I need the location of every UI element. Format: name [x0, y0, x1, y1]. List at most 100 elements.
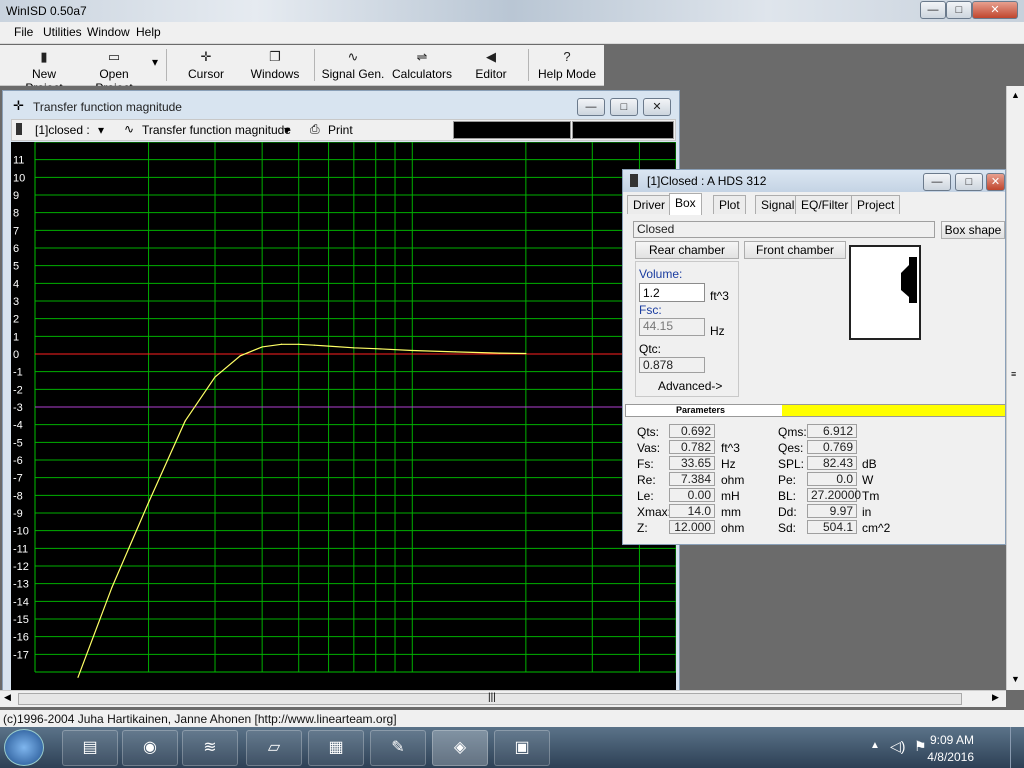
chrome-taskbar-icon[interactable]: ◉ — [122, 730, 178, 766]
data-point — [525, 352, 527, 355]
box-maximize-button[interactable]: □ — [955, 173, 983, 191]
winisd-taskbar-icon[interactable]: ◈ — [432, 730, 488, 766]
y-tick-label: -7 — [13, 473, 23, 485]
open-project-button[interactable]: ▭Open Project — [80, 47, 148, 95]
audio-app-taskbar-icon[interactable]: ≋ — [182, 730, 238, 766]
y-tick-label: -9 — [13, 508, 23, 520]
param-name: Z: — [637, 521, 648, 535]
calculator-taskbar-icon[interactable]: ▦ — [308, 730, 364, 766]
param-unit: in — [862, 505, 872, 519]
show-hidden-icons[interactable]: ▲ — [870, 740, 880, 751]
scroll-left-arrow[interactable]: ◀ — [4, 692, 11, 703]
horizontal-scrollbar[interactable]: ◀ ||| ▶ — [0, 690, 1006, 707]
tab-box[interactable]: Box — [669, 193, 702, 215]
print-button[interactable]: Print — [328, 123, 353, 137]
windows-button[interactable]: ❐ Windows — [246, 47, 304, 84]
scroll-down-arrow[interactable]: ▼ — [1011, 674, 1020, 684]
box-type-display: Closed — [633, 221, 935, 238]
tf-window-title: Transfer function magnitude — [33, 100, 182, 114]
param-value: 6.912 — [807, 424, 857, 438]
menu-utilities[interactable]: Utilities — [43, 25, 82, 39]
param-unit: Tm — [862, 489, 880, 503]
menu-window[interactable]: Window — [87, 25, 130, 39]
paint-taskbar-icon[interactable]: ✎ — [370, 730, 426, 766]
y-tick-label: -10 — [13, 526, 29, 538]
param-name: BL: — [778, 489, 797, 503]
control-panel-taskbar-icon[interactable]: ▣ — [494, 730, 550, 766]
editor-button[interactable]: ◀ Editor — [466, 47, 516, 84]
project-color-icon — [630, 174, 638, 187]
scroll-thumb-grip[interactable]: ||| — [488, 692, 496, 703]
start-button[interactable] — [4, 729, 44, 766]
windows-icon: ❐ — [269, 49, 281, 64]
tf-minimize-button[interactable]: — — [577, 98, 605, 116]
param-value: 12.000 — [669, 520, 715, 534]
tab-plot[interactable]: Plot — [713, 195, 746, 214]
parameters-progress-bar — [782, 405, 1005, 416]
y-tick-label: -16 — [13, 632, 29, 644]
scroll-right-arrow[interactable]: ▶ — [992, 692, 999, 703]
app-titlebar: WinISD 0.50a7 — □ ✕ — [0, 0, 1024, 22]
menu-help[interactable]: Help — [136, 25, 161, 39]
help-mode-button[interactable]: ? Help Mode — [536, 47, 598, 84]
scroll-up-arrow[interactable]: ▲ — [1011, 90, 1020, 100]
project-select-arrow[interactable]: ▾ — [98, 123, 104, 137]
action-center-flag-icon[interactable]: ⚑ — [914, 738, 927, 755]
param-value: 0.782 — [669, 440, 715, 454]
param-value: 9.97 — [807, 504, 857, 518]
explorer-taskbar-icon[interactable]: ▤ — [62, 730, 118, 766]
param-unit: ohm — [721, 521, 745, 535]
param-unit: mm — [721, 505, 741, 519]
data-point — [454, 351, 456, 353]
close-button[interactable]: ✕ — [972, 1, 1018, 19]
param-unit: Hz — [721, 457, 736, 471]
volume-unit: ft^3 — [710, 289, 729, 303]
tab-signal[interactable]: Signal — [755, 195, 801, 214]
box-minimize-button[interactable]: — — [923, 173, 951, 191]
front-chamber-button[interactable]: Front chamber — [744, 241, 846, 259]
project-select[interactable]: [1]closed : — [35, 123, 90, 137]
graph-select[interactable]: Transfer function magnitude — [142, 123, 291, 137]
calculators-button[interactable]: ⇌ Calculators — [390, 47, 454, 84]
tab-driver[interactable]: Driver — [627, 195, 671, 214]
qtc-label: Qtc: — [639, 342, 662, 356]
data-point — [214, 376, 216, 378]
tf-maximize-button[interactable]: □ — [610, 98, 638, 116]
show-desktop-button[interactable] — [1010, 727, 1024, 768]
new-project-button[interactable]: ▮New Project — [12, 47, 76, 95]
param-value: 0.00 — [669, 488, 715, 502]
minimize-button[interactable]: — — [920, 1, 946, 19]
tab-eq-filter[interactable]: EQ/Filter — [795, 195, 855, 214]
y-tick-label: -14 — [13, 596, 29, 608]
fsc-value: 44.15 — [639, 318, 705, 336]
data-point — [280, 343, 283, 345]
clock-time[interactable]: 9:09 AM — [930, 733, 974, 747]
menu-file[interactable]: File — [14, 25, 33, 39]
param-name: Qms: — [778, 425, 807, 439]
advanced-button[interactable]: Advanced-> — [658, 379, 722, 393]
calculators-icon: ⇌ — [416, 49, 428, 64]
maximize-button[interactable]: □ — [946, 1, 972, 19]
box-close-button[interactable]: ✕ — [986, 173, 1005, 191]
signal-gen-icon: ∿ — [347, 49, 359, 64]
transfer-function-chart[interactable]: 11 10 9 8 7 6 5 4 3 2 1 0 -1 -2 -3 -4 -5 -6 -7 -8 -9 -10 -11 -1… — [11, 142, 676, 690]
cursor-button[interactable]: ✛ Cursor — [180, 47, 232, 84]
tab-project[interactable]: Project — [851, 195, 901, 214]
editor-label: Editor — [475, 67, 507, 81]
box-diagram — [849, 245, 921, 340]
notes-taskbar-icon[interactable]: ▱ — [246, 730, 302, 766]
vertical-scrollbar[interactable]: ▲ ≡ ▼ — [1006, 86, 1024, 690]
y-tick-label: 6 — [13, 243, 19, 255]
scroll-thumb-grip[interactable]: ≡ — [1011, 369, 1016, 379]
rear-chamber-button[interactable]: Rear chamber — [635, 241, 739, 259]
volume-icon[interactable]: ◁) — [890, 738, 905, 755]
param-name: Le: — [637, 489, 654, 503]
signal-gen-button[interactable]: ∿ Signal Gen. — [320, 47, 386, 84]
graph-select-arrow[interactable]: ▾ — [284, 123, 290, 137]
clock-date[interactable]: 4/8/2016 — [927, 750, 974, 764]
param-value: 27.20000 — [807, 488, 861, 502]
data-point — [498, 352, 500, 354]
volume-input[interactable] — [639, 283, 705, 302]
tf-close-button[interactable]: ✕ — [643, 98, 671, 116]
box-shape-button[interactable]: Box shape — [941, 221, 1005, 239]
